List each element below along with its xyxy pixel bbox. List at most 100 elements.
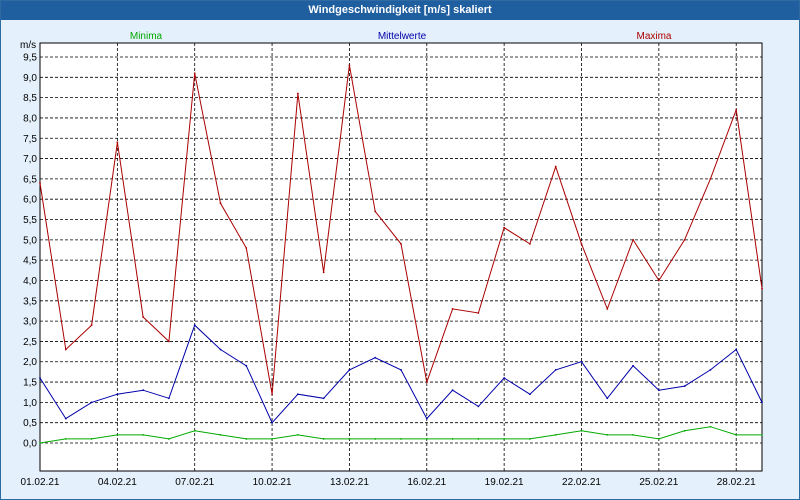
data-point [606, 308, 609, 310]
data-point [39, 182, 41, 184]
x-tick-label: 13.02.21 [330, 477, 369, 488]
y-tick-label: 1,0 [23, 398, 37, 409]
legend: Minima Mittelwerte Maxima [130, 31, 672, 42]
x-tick-label: 22.02.21 [562, 477, 601, 488]
y-tick-label: 8,0 [23, 113, 37, 124]
data-point [503, 438, 506, 440]
data-point [64, 348, 67, 351]
data-point [64, 417, 67, 420]
legend-label: Minima [130, 31, 163, 42]
data-point [580, 360, 583, 363]
data-point [39, 377, 41, 379]
data-point [348, 368, 351, 371]
data-point [219, 433, 222, 436]
data-point [348, 64, 351, 67]
data-point [580, 429, 583, 432]
y-tick-label: 3,5 [23, 296, 37, 307]
data-point [116, 141, 119, 144]
data-point [168, 397, 170, 400]
data-point [709, 368, 712, 371]
legend-label: Maxima [636, 31, 671, 42]
data-point [296, 433, 299, 436]
data-point [735, 433, 738, 436]
data-point [529, 243, 531, 245]
data-point [271, 421, 273, 424]
data-point [425, 381, 428, 383]
data-point [580, 243, 583, 245]
data-point [477, 438, 480, 440]
data-point [296, 393, 299, 396]
data-point [245, 364, 248, 367]
data-point [451, 389, 454, 392]
data-point [529, 393, 531, 396]
data-point [245, 247, 248, 249]
data-point [425, 417, 428, 420]
data-point [425, 438, 428, 440]
data-point [168, 438, 170, 440]
data-point [168, 340, 170, 343]
x-tick-label: 10.02.21 [253, 477, 292, 488]
wind-speed-chart: 0,0 0,5 1,0 1,5 2,0 2,5 3,0 3,5 4,0 4,5 5,0 5,5 6,0 6… [20, 31, 763, 488]
y-tick-label: 6,5 [23, 174, 37, 185]
y-tick-label: 0,0 [23, 439, 37, 450]
y-tick-label: 7,5 [23, 134, 37, 145]
y-tick-label: 2,0 [23, 357, 37, 368]
data-point [142, 389, 145, 392]
data-point [683, 238, 686, 241]
y-tick-label: 9,5 [23, 53, 37, 64]
plot-area [39, 42, 763, 472]
data-point [374, 210, 377, 213]
y-tick-label: 8,5 [23, 93, 37, 104]
data-point [735, 348, 738, 351]
y-tick-label: 5,0 [23, 235, 37, 246]
data-point [193, 72, 196, 75]
data-point [245, 438, 248, 440]
x-tick-label: 01.02.21 [21, 477, 60, 488]
data-point [683, 429, 686, 432]
data-point [632, 433, 634, 436]
data-point [142, 316, 145, 318]
window-title: Windgeschwindigkeit [m/s] skaliert [1, 1, 799, 20]
data-point [709, 425, 712, 428]
x-tick-label: 04.02.21 [98, 477, 137, 488]
data-point [657, 279, 660, 282]
x-tick-label: 28.02.21 [717, 477, 756, 488]
data-point [451, 308, 454, 310]
data-point [451, 438, 454, 440]
data-point [271, 438, 273, 440]
data-point [39, 442, 41, 444]
data-point [296, 92, 299, 95]
data-point [271, 393, 273, 396]
x-tick-label: 19.02.21 [485, 477, 524, 488]
data-point [193, 324, 196, 327]
data-point [116, 393, 119, 396]
data-point [322, 397, 325, 400]
data-point [374, 356, 377, 359]
data-point [64, 438, 67, 440]
x-tick-label: 07.02.21 [175, 477, 214, 488]
data-point [554, 165, 557, 168]
data-point [632, 364, 634, 367]
data-point [142, 433, 145, 436]
y-tick-label: 3,0 [23, 317, 37, 328]
data-point [657, 389, 660, 392]
x-tick-label: 25.02.21 [639, 477, 678, 488]
y-tick-label: 7,0 [23, 154, 37, 165]
y-tick-label: 1,5 [23, 378, 37, 389]
data-point [400, 438, 402, 440]
y-tick-label: 4,0 [23, 276, 37, 287]
data-point [193, 429, 196, 432]
data-point [554, 433, 557, 436]
y-axis-label: m/s [20, 40, 36, 51]
y-tick-label: 6,0 [23, 195, 37, 206]
data-point [554, 368, 557, 371]
data-point [374, 438, 377, 440]
data-point [322, 438, 325, 440]
y-tick-label: 9,0 [23, 73, 37, 84]
legend-label: Mittelwerte [378, 31, 427, 42]
y-tick-label: 2,5 [23, 337, 37, 348]
data-point [90, 401, 93, 404]
data-point [322, 271, 325, 274]
data-point [683, 385, 686, 388]
data-point [761, 401, 763, 404]
